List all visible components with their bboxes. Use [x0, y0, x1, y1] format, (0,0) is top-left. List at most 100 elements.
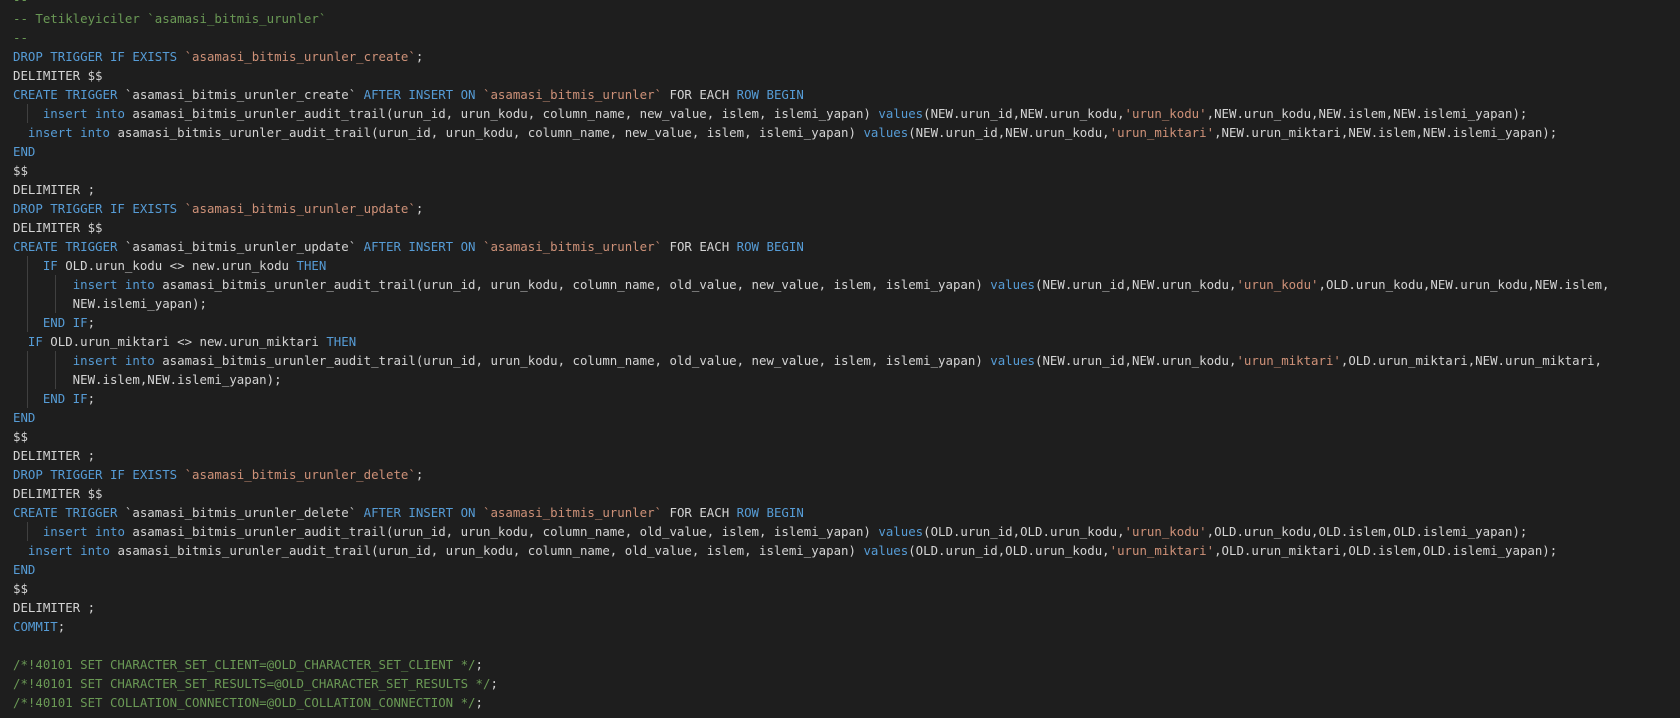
code-line[interactable]: DELIMITER ;	[13, 446, 1609, 465]
keyword-token: IF	[42, 258, 58, 273]
indent-guide	[27, 104, 28, 123]
code-line[interactable]: DROP TRIGGER IF EXISTS `asamasi_bitmis_u…	[13, 199, 1609, 218]
code-line[interactable]: insert into asamasi_bitmis_urunler_audit…	[13, 351, 1609, 370]
string-token: `asamasi_bitmis_urunler`	[482, 87, 663, 102]
indent-guide	[55, 370, 56, 389]
plain-token: DELIMITER $$	[13, 220, 103, 235]
plain-token: ;	[57, 619, 66, 634]
string-token: `asamasi_bitmis_urunler`	[482, 239, 663, 254]
code-line[interactable]: $$	[13, 579, 1609, 598]
keyword-token: COMMIT	[13, 619, 58, 634]
code-line[interactable]	[13, 636, 1609, 655]
comment-token: -- Tetikleyiciler `asamasi_bitmis_urunle…	[13, 11, 327, 26]
comment-token: /*!40101 SET CHARACTER_SET_CLIENT=@OLD_C…	[13, 657, 476, 672]
indent-guide	[55, 275, 56, 294]
string-token: 'urun_miktari'	[1109, 125, 1215, 140]
plain-token: (NEW.urun_id,NEW.urun_kodu,	[1035, 277, 1237, 292]
code-line[interactable]: insert into asamasi_bitmis_urunler_audit…	[13, 123, 1609, 142]
code-line[interactable]: END	[13, 142, 1609, 161]
indent-guide	[27, 351, 28, 370]
plain-token: $$	[13, 581, 28, 596]
comment-token: --	[13, 30, 28, 45]
code-line[interactable]: CREATE TRIGGER `asamasi_bitmis_urunler_u…	[13, 237, 1609, 256]
code-line[interactable]: DROP TRIGGER IF EXISTS `asamasi_bitmis_u…	[13, 465, 1609, 484]
keyword-token: AFTER INSERT ON	[363, 87, 483, 102]
plain-token: DELIMITER $$	[13, 68, 103, 83]
code-line[interactable]: insert into asamasi_bitmis_urunler_audit…	[13, 275, 1609, 294]
keyword-token: END IF	[42, 391, 88, 406]
keyword-token: END IF	[42, 315, 88, 330]
plain-token: ;	[415, 49, 424, 64]
code-line[interactable]: $$	[13, 427, 1609, 446]
plain-token: $$	[13, 163, 28, 178]
plain-token: ,OLD.urun_kodu,OLD.islem,OLD.islemi_yapa…	[1206, 524, 1528, 539]
plain-token: (NEW.urun_id,NEW.urun_kodu,	[908, 125, 1110, 140]
keyword-token: END	[13, 562, 36, 577]
code-line[interactable]: END	[13, 560, 1609, 579]
indent-guide	[27, 522, 28, 541]
plain-token: OLD.urun_kodu <> new.urun_kodu	[57, 258, 297, 273]
code-line[interactable]: $$	[13, 161, 1609, 180]
plain-token: DELIMITER $$	[13, 486, 103, 501]
code-line[interactable]: insert into asamasi_bitmis_urunler_audit…	[13, 541, 1609, 560]
code-line[interactable]: NEW.islem,NEW.islemi_yapan);	[13, 370, 1609, 389]
code-line[interactable]: END	[13, 408, 1609, 427]
code-line[interactable]: DELIMITER $$	[13, 218, 1609, 237]
string-token: `asamasi_bitmis_urunler_delete`	[184, 467, 416, 482]
keyword-token: ROW BEGIN	[736, 87, 804, 102]
code-line[interactable]: CREATE TRIGGER `asamasi_bitmis_urunler_c…	[13, 85, 1609, 104]
code-line[interactable]: /*!40101 SET COLLATION_CONNECTION=@OLD_C…	[13, 693, 1609, 712]
code-line[interactable]: NEW.islemi_yapan);	[13, 294, 1609, 313]
code-line[interactable]: insert into asamasi_bitmis_urunler_audit…	[13, 104, 1609, 123]
code-line[interactable]: /*!40101 SET CHARACTER_SET_RESULTS=@OLD_…	[13, 674, 1609, 693]
code-line[interactable]: --	[13, 0, 1609, 9]
keyword-token: values	[990, 353, 1036, 368]
code-line[interactable]: -- Tetikleyiciler `asamasi_bitmis_urunle…	[13, 9, 1609, 28]
code-line[interactable]: IF OLD.urun_miktari <> new.urun_miktari …	[13, 332, 1609, 351]
code-line[interactable]: DELIMITER ;	[13, 180, 1609, 199]
indent-guide	[27, 294, 28, 313]
code-line[interactable]: END IF;	[13, 313, 1609, 332]
plain-token: asamasi_bitmis_urunler_audit_trail(urun_…	[154, 353, 991, 368]
string-token: `asamasi_bitmis_urunler_create`	[184, 49, 416, 64]
plain-token: DELIMITER ;	[13, 182, 96, 197]
plain-token: ;	[475, 695, 483, 710]
code-line[interactable]: DELIMITER $$	[13, 484, 1609, 503]
keyword-token: ROW BEGIN	[736, 239, 804, 254]
keyword-token: THEN	[296, 258, 327, 273]
plain-token: ,NEW.urun_miktari,NEW.islem,NEW.islemi_y…	[1214, 125, 1558, 140]
plain-token: `asamasi_bitmis_urunler_delete`	[124, 505, 364, 520]
code-lines[interactable]: -- -- Tetikleyiciler `asamasi_bitmis_urun…	[13, 0, 1609, 712]
keyword-token: DROP TRIGGER IF EXISTS	[13, 201, 185, 216]
plain-token: DELIMITER ;	[13, 448, 96, 463]
string-token: `asamasi_bitmis_urunler_update`	[184, 201, 416, 216]
code-line[interactable]: DROP TRIGGER IF EXISTS `asamasi_bitmis_u…	[13, 47, 1609, 66]
code-line[interactable]: COMMIT;	[13, 617, 1609, 636]
plain-token: ;	[475, 657, 483, 672]
string-token: `asamasi_bitmis_urunler`	[482, 505, 663, 520]
keyword-token: AFTER INSERT ON	[363, 505, 483, 520]
keyword-token: insert into	[42, 106, 125, 121]
code-line[interactable]: CREATE TRIGGER `asamasi_bitmis_urunler_d…	[13, 503, 1609, 522]
string-token: 'urun_miktari'	[1109, 543, 1215, 558]
code-line[interactable]: insert into asamasi_bitmis_urunler_audit…	[13, 522, 1609, 541]
plain-token: ;	[87, 391, 96, 406]
code-editor[interactable]: -- -- Tetikleyiciler `asamasi_bitmis_urun…	[0, 0, 1680, 718]
plain-token: `asamasi_bitmis_urunler_update`	[124, 239, 364, 254]
plain-token: (OLD.urun_id,OLD.urun_kodu,	[923, 524, 1125, 539]
keyword-token: THEN	[326, 334, 357, 349]
code-line[interactable]: DELIMITER ;	[13, 598, 1609, 617]
code-line[interactable]: DELIMITER $$	[13, 66, 1609, 85]
code-line[interactable]: --	[13, 28, 1609, 47]
code-line[interactable]: END IF;	[13, 389, 1609, 408]
code-line[interactable]: /*!40101 SET CHARACTER_SET_CLIENT=@OLD_C…	[13, 655, 1609, 674]
plain-token: `asamasi_bitmis_urunler_create`	[124, 87, 364, 102]
code-line[interactable]: IF OLD.urun_kodu <> new.urun_kodu THEN	[13, 256, 1609, 275]
plain-token: ,OLD.urun_miktari,NEW.urun_miktari,	[1340, 353, 1602, 368]
keyword-token: values	[863, 125, 909, 140]
plain-token: ;	[490, 676, 498, 691]
